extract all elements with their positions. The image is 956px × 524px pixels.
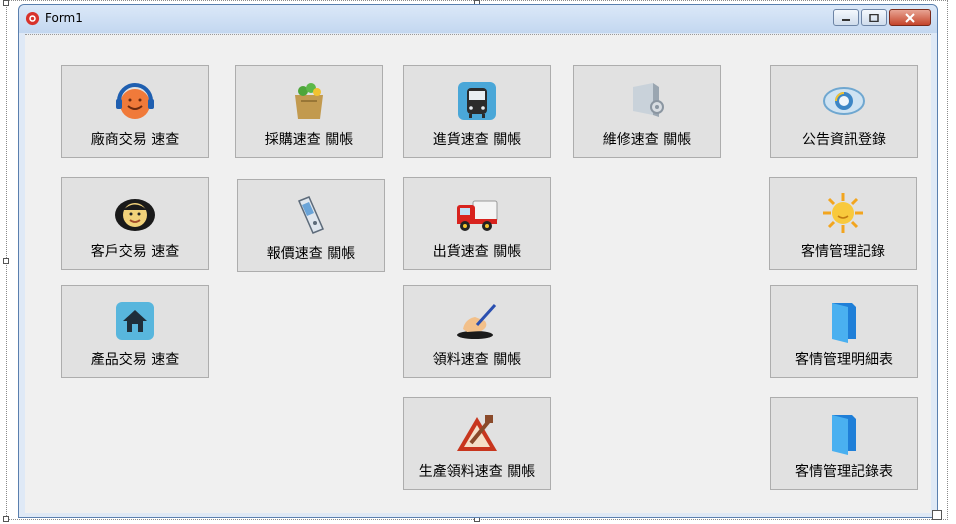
announcement-button[interactable]: 公告資訊登錄 <box>770 65 918 158</box>
phone-icon <box>298 196 324 234</box>
form-window: Form1 廠商交易 速查 採購速查 關帳 進貨速查 關帳 維修速查 關帳 公告… <box>18 4 938 518</box>
warning-tools-icon <box>457 415 497 451</box>
button-label: 採購速查 關帳 <box>264 132 354 148</box>
button-label: 客情管理記錄表 <box>795 464 893 480</box>
material-button[interactable]: 領料速查 關帳 <box>403 285 551 378</box>
face-icon <box>115 199 155 231</box>
customer-trade-button[interactable]: 客戶交易 速查 <box>61 177 209 270</box>
eye-icon <box>823 87 865 115</box>
purchase-button[interactable]: 採購速查 關帳 <box>235 65 383 158</box>
resize-handle[interactable] <box>3 258 9 264</box>
monitor-gear-icon <box>633 83 664 117</box>
form-client-area: 廠商交易 速查 採購速查 關帳 進貨速查 關帳 維修速查 關帳 公告資訊登錄 客… <box>25 34 931 513</box>
button-label: 客情管理記錄 <box>801 244 885 260</box>
headphones-face-icon <box>116 83 154 119</box>
resize-handle[interactable] <box>932 510 942 520</box>
app-icon <box>25 11 40 26</box>
maximize-icon <box>869 13 879 22</box>
minimize-button[interactable] <box>833 9 859 26</box>
button-label: 生產領料速查 關帳 <box>418 464 536 480</box>
button-label: 廠商交易 速查 <box>90 132 180 148</box>
window-controls <box>833 9 931 26</box>
crm-log-button[interactable]: 客情管理記錄表 <box>770 397 918 490</box>
crm-detail-button[interactable]: 客情管理明細表 <box>770 285 918 378</box>
folder-icon <box>832 415 856 455</box>
resize-handle[interactable] <box>3 516 9 522</box>
button-label: 客戶交易 速查 <box>90 244 180 260</box>
sun-icon <box>823 193 863 233</box>
repair-button[interactable]: 維修速查 關帳 <box>573 65 721 158</box>
shipping-button[interactable]: 出貨速查 關帳 <box>403 177 551 270</box>
product-trade-button[interactable]: 產品交易 速查 <box>61 285 209 378</box>
button-label: 維修速查 關帳 <box>602 132 692 148</box>
window-title: Form1 <box>45 11 83 25</box>
folder-icon <box>832 303 856 343</box>
close-button[interactable] <box>889 9 931 26</box>
close-icon <box>905 12 915 23</box>
incoming-button[interactable]: 進貨速查 關帳 <box>403 65 551 158</box>
home-icon <box>116 302 154 340</box>
shopping-bag-icon <box>295 83 323 119</box>
button-label: 領料速查 關帳 <box>432 352 522 368</box>
production-material-button[interactable]: 生產領料速查 關帳 <box>403 397 551 490</box>
button-label: 公告資訊登錄 <box>802 132 886 148</box>
writing-hand-icon <box>457 303 497 339</box>
button-label: 產品交易 速查 <box>90 352 180 368</box>
button-label: 客情管理明細表 <box>795 352 893 368</box>
button-label: 報價速查 關帳 <box>266 246 356 262</box>
quote-button[interactable]: 報價速查 關帳 <box>237 179 385 272</box>
bus-icon <box>458 82 496 120</box>
truck-icon <box>457 200 498 231</box>
crm-record-button[interactable]: 客情管理記錄 <box>769 177 917 270</box>
vendor-trade-button[interactable]: 廠商交易 速查 <box>61 65 209 158</box>
button-label: 出貨速查 關帳 <box>432 244 522 260</box>
minimize-icon <box>842 18 850 21</box>
button-label: 進貨速查 關帳 <box>432 132 522 148</box>
resize-handle[interactable] <box>3 0 9 6</box>
title-bar[interactable]: Form1 <box>19 5 937 33</box>
maximize-button[interactable] <box>861 9 887 26</box>
